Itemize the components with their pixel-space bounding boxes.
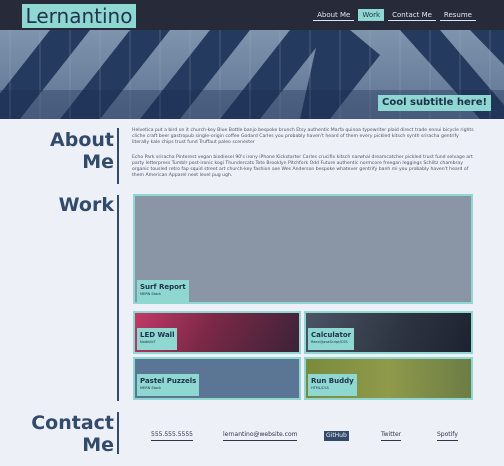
project-label: Run Buddy HTML/CSS <box>308 374 357 396</box>
contact-github[interactable]: GitHub <box>324 431 349 441</box>
project-card-led-wall[interactable]: LED Wall Node/IoT <box>133 311 301 354</box>
site-header: Lernantino About Me Work Contact Me Resu… <box>0 0 504 30</box>
work-divider <box>117 195 119 401</box>
contact-phone[interactable]: 555.555.5555 <box>151 431 193 441</box>
nav-resume[interactable]: Resume <box>439 9 476 21</box>
project-label: LED Wall Node/IoT <box>137 328 178 350</box>
contact-heading: Contact Me <box>31 412 114 456</box>
nav-work[interactable]: Work <box>358 9 385 21</box>
project-label: Pastel Puzzels MERN Stack <box>137 374 200 396</box>
project-label: Calculator React/JavaScript/CSS <box>308 328 355 350</box>
work-heading: Work <box>58 194 114 216</box>
about-paragraph-2: Echo Park sriracha Pinterest vegan biodi… <box>132 155 473 178</box>
about-paragraph-1: Helvetica put a bird on it church-key Bl… <box>132 128 474 145</box>
about-heading: About Me <box>50 129 114 173</box>
main-nav: About Me Work Contact Me Resume <box>313 9 476 21</box>
about-divider <box>117 128 119 184</box>
contact-spotify[interactable]: Spotify <box>437 431 458 441</box>
project-card-pastel-puzzels[interactable]: Pastel Puzzels MERN Stack <box>133 357 301 400</box>
contact-twitter[interactable]: Twitter <box>381 431 402 441</box>
project-card-run-buddy[interactable]: Run Buddy HTML/CSS <box>304 357 473 400</box>
site-logo[interactable]: Lernantino <box>22 4 136 28</box>
project-label: Surf Report MERN Stack <box>137 280 189 302</box>
contact-divider <box>117 412 119 454</box>
hero-subtitle: Cool subtitle here! <box>378 95 492 111</box>
contact-email[interactable]: lernantino@website.com <box>223 431 298 441</box>
project-card-surf-report[interactable]: Surf Report MERN Stack <box>133 194 473 304</box>
nav-contact-me[interactable]: Contact Me <box>388 9 436 21</box>
project-card-calculator[interactable]: Calculator React/JavaScript/CSS <box>304 311 473 354</box>
nav-about-me[interactable]: About Me <box>313 9 355 21</box>
